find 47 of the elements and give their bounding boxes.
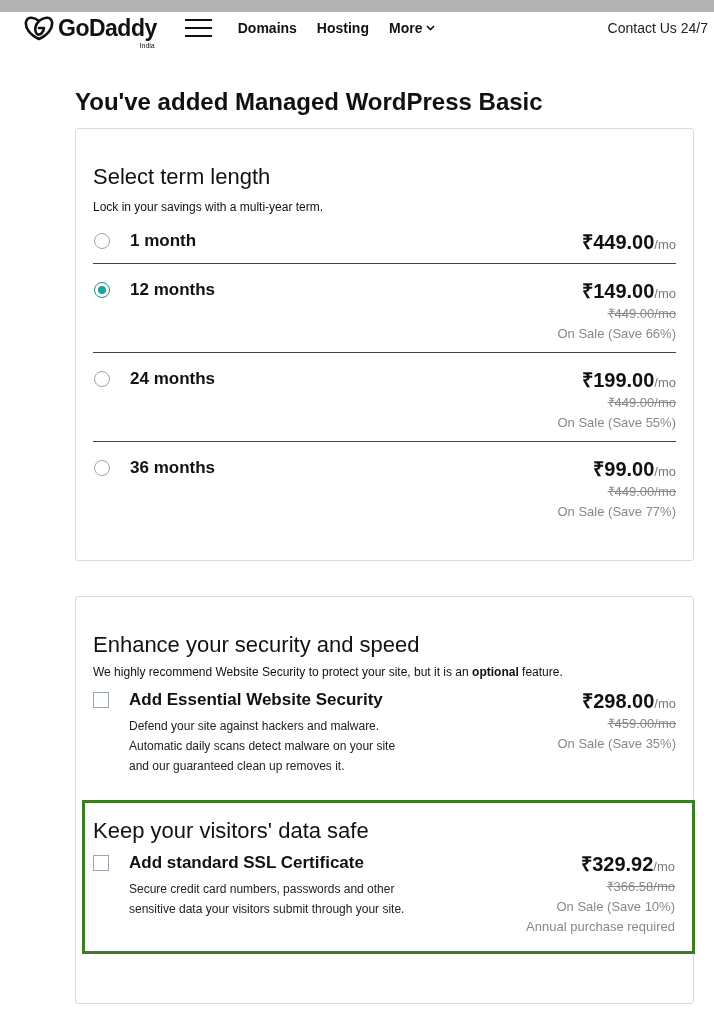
addon-label: Add standard SSL Certificate <box>129 852 365 874</box>
price: ₹449.00 <box>582 230 655 255</box>
nav-link[interactable]: Hosting <box>316 19 369 37</box>
term-option[interactable]: 1 month <box>93 229 197 255</box>
price-unit: /mo <box>654 237 676 254</box>
card-subtitle: We highly recommend Website Security to protect your site, but it is an optional feature. <box>93 664 564 680</box>
price: ₹298.00 <box>582 689 655 714</box>
price-unit: /mo <box>654 286 676 303</box>
addon-description: Defend your site against hackers and malware. Automatic daily scans detect malware on your site and our guaranteed clean up removes it. <box>129 718 396 775</box>
addon-description: Secure credit card numbers, passwords and other sensitive data your visitors submit through your site. <box>129 881 405 918</box>
price-unit: /mo <box>654 375 676 392</box>
card-subtitle: Lock in your savings with a multi-year term. <box>93 199 325 215</box>
nav-link[interactable]: More <box>388 19 436 37</box>
price-unit: /mo <box>653 859 675 876</box>
sale-label: On Sale (Save 66%) <box>557 325 676 343</box>
sale-label: On Sale (Save 77%) <box>557 503 676 521</box>
price-unit: /mo <box>654 464 676 481</box>
term-option[interactable]: 12 months <box>93 278 216 344</box>
logo-icon <box>24 15 54 41</box>
price: ₹199.00 <box>582 368 655 393</box>
sale-label: On Sale (Save 10%) <box>556 898 675 916</box>
sale-label: On Sale (Save 55%) <box>557 414 676 432</box>
checkbox[interactable] <box>93 855 109 871</box>
term-option[interactable]: 36 months <box>93 456 216 522</box>
price: ₹329.92 <box>581 852 654 877</box>
nav-link[interactable]: Domains <box>237 19 297 37</box>
price: ₹99.00 <box>593 457 655 482</box>
contact-link[interactable]: Contact Us 24/7 <box>607 19 708 37</box>
old-price: ₹366.58/mo <box>606 878 675 896</box>
old-price: ₹459.00/mo <box>607 715 676 733</box>
purchase-note: Annual purchase required <box>526 918 675 936</box>
old-price: ₹449.00/mo <box>607 483 676 501</box>
old-price: ₹449.00/mo <box>607 305 676 323</box>
price-unit: /mo <box>654 696 676 713</box>
term-option[interactable]: 24 months <box>93 367 216 433</box>
sale-label: On Sale (Save 35%) <box>557 735 676 753</box>
checkbox[interactable] <box>93 692 109 708</box>
chevron-down-icon <box>426 25 436 31</box>
section-title: Keep your visitors' data safe <box>93 817 370 845</box>
menu-icon[interactable] <box>184 19 212 37</box>
page-title: You've added Managed WordPress Basic <box>75 87 544 117</box>
brand-name[interactable]: GoDaddy <box>58 14 157 42</box>
old-price: ₹449.00/mo <box>607 394 676 412</box>
card-title: Enhance your security and speed <box>93 631 421 659</box>
card-title: Select term length <box>93 163 272 191</box>
addon-label: Add Essential Website Security <box>129 689 384 711</box>
price: ₹149.00 <box>582 279 655 304</box>
